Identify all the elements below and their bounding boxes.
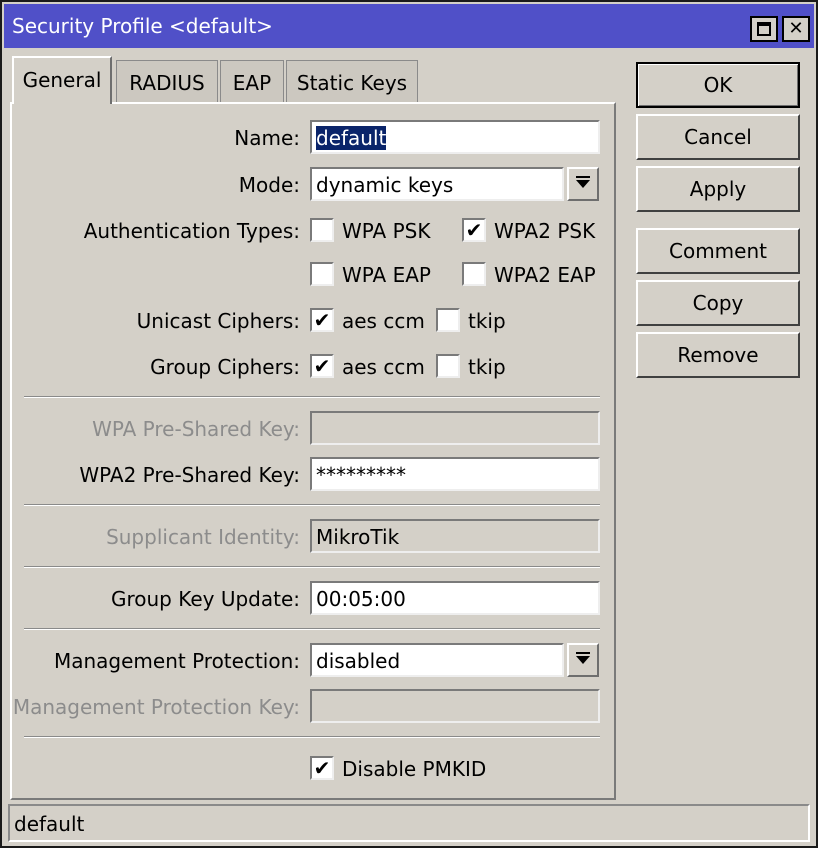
separator [24,504,600,506]
unicast-tkip-checkbox[interactable] [436,308,460,332]
group-tkip-label: tkip [468,355,506,379]
wpa2-psk-label: WPA2 PSK [494,219,596,243]
ok-button[interactable]: OK [636,62,800,108]
group-tkip-checkbox[interactable] [436,354,460,378]
window-title: Security Profile <default> [12,14,273,38]
wpa-eap-label: WPA EAP [342,263,431,287]
cancel-button[interactable]: Cancel [636,114,800,160]
wpa2-psk-key-field[interactable]: ********* [310,457,600,491]
group-key-update-label: Group Key Update: [110,587,300,611]
wpa-psk-key-field [310,411,600,445]
mgmt-protection-label: Management Protection: [53,649,300,673]
wpa2-eap-label: WPA2 EAP [494,263,596,287]
group-key-update-field[interactable]: 00:05:00 [310,581,600,615]
auth-types-label: Authentication Types: [83,219,300,243]
close-icon: ✕ [788,18,804,39]
tab-general[interactable]: General [12,56,112,104]
security-profile-window: Security Profile <default> ✕ General RAD… [0,0,818,848]
title-bar[interactable]: Security Profile <default> ✕ [4,4,814,48]
wpa-psk-key-label: WPA Pre-Shared Key: [92,417,300,441]
mode-dropdown-button[interactable] [567,167,599,201]
comment-button[interactable]: Comment [636,228,800,274]
disable-pmkid-checkbox[interactable]: ✔ [310,756,334,780]
separator [24,628,600,630]
unicast-ciphers-label: Unicast Ciphers: [136,309,300,333]
group-ciphers-label: Group Ciphers: [150,355,300,379]
tab-radius[interactable]: RADIUS [116,60,218,102]
supplicant-identity-label: Supplicant Identity: [106,525,300,549]
wpa2-psk-checkbox[interactable]: ✔ [462,218,486,242]
remove-button[interactable]: Remove [636,332,800,378]
maximize-icon [757,22,771,36]
mgmt-protection-key-field [310,689,600,723]
group-aes-ccm-label: aes ccm [342,355,425,379]
tab-static-keys[interactable]: Static Keys [286,60,418,102]
wpa-psk-label: WPA PSK [342,219,431,243]
copy-button[interactable]: Copy [636,280,800,326]
dropdown-arrow-icon [576,176,590,188]
unicast-tkip-label: tkip [468,309,506,333]
separator [24,566,600,568]
mode-label: Mode: [238,173,300,197]
wpa2-eap-checkbox[interactable] [462,262,486,286]
mgmt-protection-select[interactable]: disabled [310,643,564,677]
supplicant-identity-field: MikroTik [310,519,600,553]
wpa-eap-checkbox[interactable] [310,262,334,286]
group-aes-ccm-checkbox[interactable]: ✔ [310,354,334,378]
maximize-button[interactable] [750,16,778,42]
apply-button[interactable]: Apply [636,166,800,212]
tab-eap[interactable]: EAP [220,60,284,102]
wpa-psk-checkbox[interactable] [310,218,334,242]
status-bar: default [8,804,810,842]
close-button[interactable]: ✕ [782,16,810,42]
mgmt-protection-key-label: Management Protection Key: [12,695,300,719]
unicast-aes-ccm-label: aes ccm [342,309,425,333]
unicast-aes-ccm-checkbox[interactable]: ✔ [310,308,334,332]
name-label: Name: [234,126,300,150]
mgmt-protection-dropdown-button[interactable] [567,643,599,677]
separator [24,396,600,398]
dropdown-arrow-icon [576,652,590,664]
mode-select[interactable]: dynamic keys [310,167,564,201]
wpa2-psk-key-label: WPA2 Pre-Shared Key: [79,463,300,487]
separator [24,736,600,738]
name-field[interactable]: default [310,120,600,154]
disable-pmkid-label: Disable PMKID [342,757,487,781]
name-value: default [316,126,387,150]
